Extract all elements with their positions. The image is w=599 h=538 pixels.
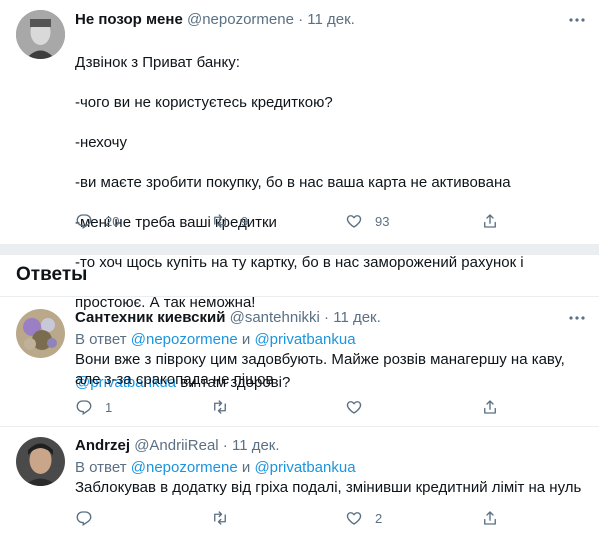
replies-section-title: Ответы [16, 264, 88, 285]
author-name[interactable]: Andrzej [75, 437, 130, 454]
reply-prefix: В ответ [75, 459, 131, 476]
retweet-icon [214, 214, 226, 228]
tweet-line: -чого ви не користуєтесь кредиткою? [75, 94, 333, 111]
retweet-button[interactable] [211, 509, 241, 527]
tweet-text: Заблокував в додатку від гріха подалі, з… [75, 479, 582, 496]
tweet-line: -ви маєте зробити покупку, бо в нас ваша… [75, 174, 511, 191]
reply-and: и [237, 331, 255, 348]
author-name[interactable]: Не позор мене [75, 11, 183, 28]
reply-count: 20 [105, 213, 120, 229]
reply-tweet[interactable]: Andrzej @AndriiReal · 11 дек. В ответ @n… [0, 427, 599, 538]
dot-separator: · [324, 309, 330, 326]
more-icon [569, 316, 585, 320]
mention-link[interactable]: @nepozormene [131, 459, 238, 476]
retweet-count: 9 [241, 213, 249, 229]
mention-link[interactable]: @privatbankua [254, 331, 355, 348]
tweet-header: Andrzej @AndriiReal · 11 дек. [75, 436, 280, 456]
like-button[interactable]: 2 [345, 509, 382, 527]
mention-link[interactable]: @privatbankua [254, 459, 355, 476]
reply-button[interactable]: 20 [75, 212, 119, 230]
tweet-text: Вони вже з півроку цим задовбують. Майже… [75, 351, 565, 388]
tweet-time[interactable]: 11 дек. [307, 11, 355, 28]
retweet-button[interactable]: 9 [211, 212, 248, 230]
main-tweet[interactable]: Не позор мене @nepozormene · 11 дек. Дзв… [0, 0, 599, 391]
heart-icon [346, 215, 362, 228]
tweet-header: Сантехник киевский @santehnikki · 11 дек… [75, 308, 381, 328]
share-button[interactable] [481, 398, 499, 416]
more-options-button[interactable] [566, 10, 588, 30]
author-name[interactable]: Сантехник киевский [75, 309, 225, 326]
more-options-button[interactable] [566, 308, 588, 328]
share-icon [484, 214, 496, 228]
avatar[interactable] [16, 10, 65, 59]
author-handle[interactable]: @AndriiReal [134, 437, 218, 454]
reply-context: В ответ @nepozormene и @privatbankua [75, 458, 356, 478]
section-separator [0, 244, 599, 255]
author-handle[interactable]: @santehnikki [230, 309, 320, 326]
tweet-header: Не позор мене @nepozormene · 11 дек. [75, 10, 355, 30]
tweet-actions: 2 [75, 509, 590, 529]
like-button[interactable] [345, 398, 375, 416]
like-button[interactable]: 93 [345, 212, 389, 230]
tweet-actions: 20 9 93 [75, 212, 590, 232]
avatar[interactable] [16, 309, 65, 358]
reply-prefix: В ответ [75, 331, 131, 348]
retweet-icon [214, 400, 226, 414]
reply-icon [76, 214, 92, 230]
reply-tweet[interactable]: Сантехник киевский @santehnikki · 11 дек… [0, 297, 599, 426]
share-icon [484, 400, 496, 414]
author-handle[interactable]: @nepozormene [187, 11, 294, 28]
reply-button[interactable] [75, 509, 105, 527]
tweet-line: -то хоч щось купіть на ту картку, бо в н… [75, 254, 524, 271]
retweet-icon [214, 511, 226, 525]
tweet-time[interactable]: 11 дек. [232, 437, 280, 454]
dot-separator: · [298, 11, 304, 28]
heart-icon [346, 401, 362, 414]
reply-context: В ответ @nepozormene и @privatbankua [75, 330, 356, 350]
more-icon [569, 18, 585, 22]
share-button[interactable] [481, 212, 499, 230]
reply-and: и [237, 459, 255, 476]
avatar[interactable] [16, 437, 65, 486]
reply-icon [76, 400, 92, 416]
like-count: 93 [375, 213, 390, 229]
tweet-time[interactable]: 11 дек. [333, 309, 381, 326]
share-icon [484, 511, 496, 525]
tweet-actions: 1 [75, 398, 590, 418]
reply-button[interactable]: 1 [75, 398, 112, 416]
retweet-button[interactable] [211, 398, 241, 416]
heart-icon [346, 512, 362, 525]
reply-count: 1 [105, 399, 113, 415]
share-button[interactable] [481, 509, 499, 527]
tweet-line: -нехочу [75, 134, 127, 151]
tweet-line: Дзвінок з Приват банку: [75, 54, 240, 71]
reply-icon [76, 511, 92, 527]
mention-link[interactable]: @nepozormene [131, 331, 238, 348]
like-count: 2 [375, 510, 383, 526]
dot-separator: · [222, 437, 228, 454]
